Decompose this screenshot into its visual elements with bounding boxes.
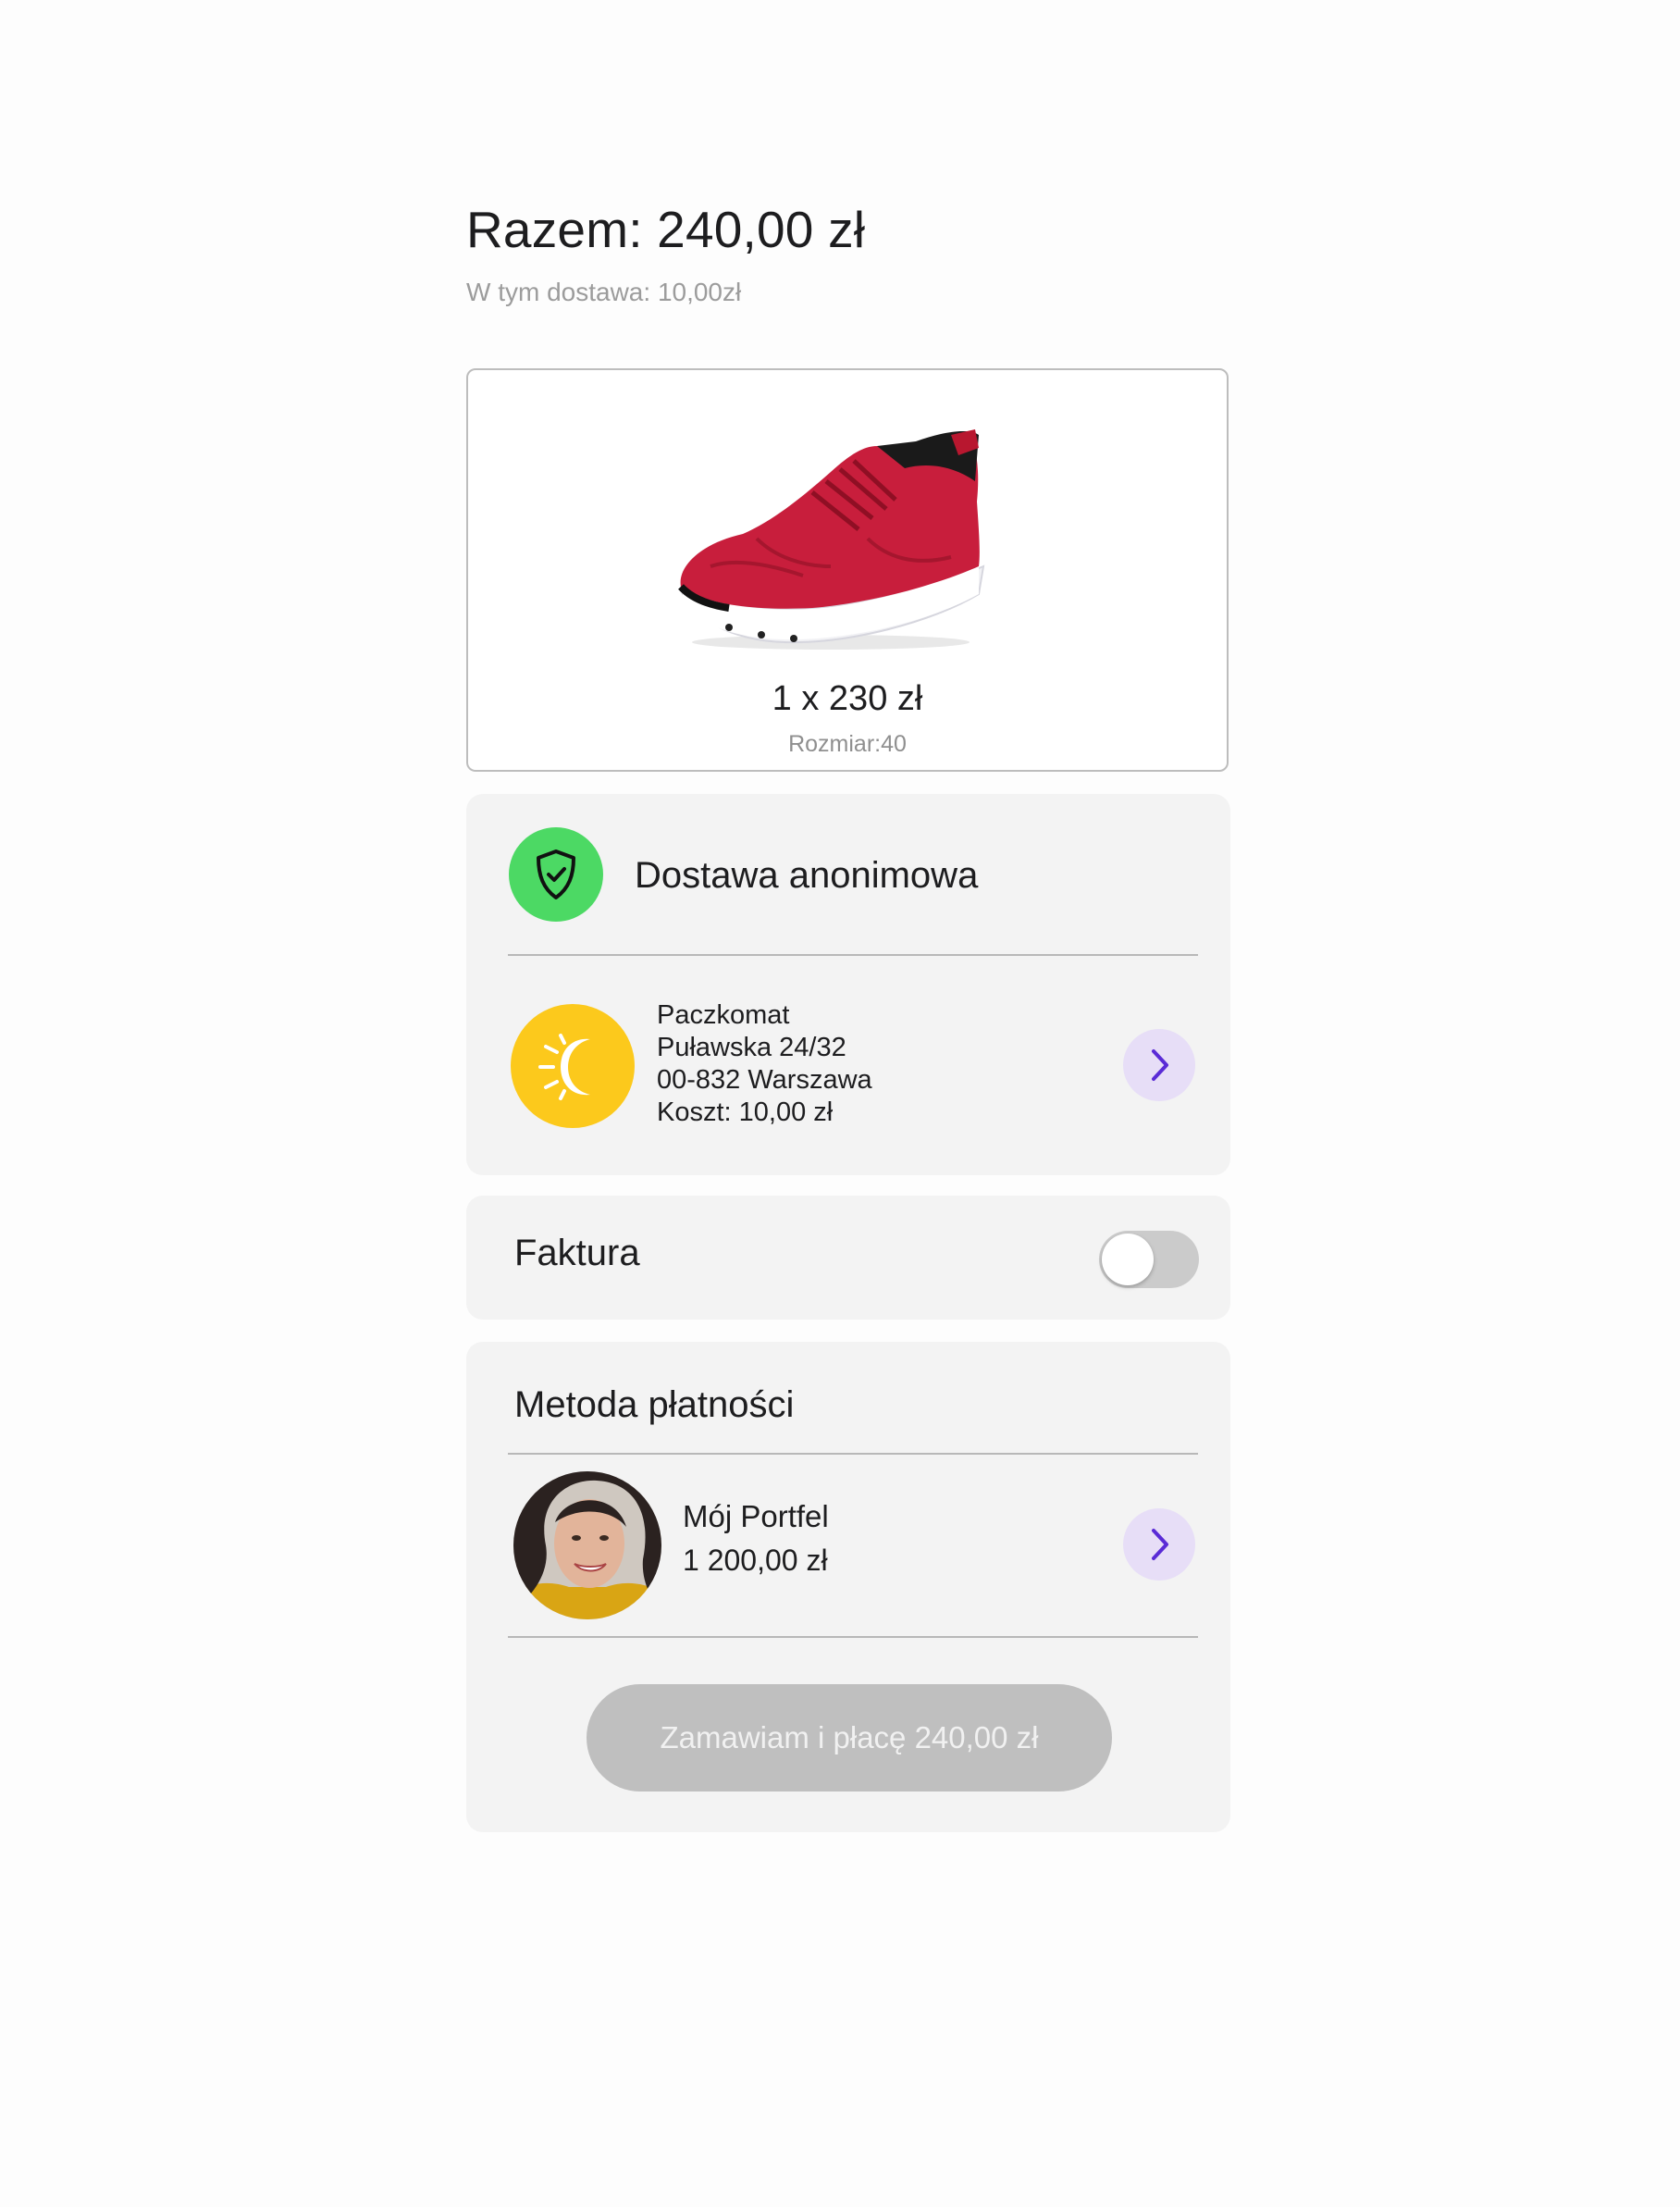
order-and-pay-button[interactable]: Zamawiam i płacę 240,00 zł <box>587 1684 1112 1792</box>
divider <box>508 954 1198 956</box>
parcel-locker-title: Paczkomat <box>657 1000 790 1030</box>
payment-method-title: Metoda płatności <box>514 1384 795 1425</box>
order-total: Razem: 240,00 zł <box>466 201 866 258</box>
chevron-right-icon <box>1152 1049 1168 1081</box>
parcel-locker-cost: Koszt: 10,00 zł <box>657 1097 834 1127</box>
anonymous-delivery-badge <box>509 827 603 922</box>
avatar <box>513 1471 661 1619</box>
delivery-cost-note: W tym dostawa: 10,00zł <box>466 278 742 306</box>
red-sneaker-image <box>678 429 985 650</box>
payment-panel: Metoda płatności Mój Portfel 1 200,00 zł… <box>466 1342 1230 1832</box>
parcel-locker-logo <box>511 1004 635 1128</box>
chevron-right-icon <box>1152 1529 1168 1560</box>
divider <box>508 1636 1198 1638</box>
parcel-locker-info: Paczkomat Puławska 24/32 00-832 Warszawa… <box>657 999 872 1129</box>
wallet-name: Mój Portfel <box>683 1499 829 1533</box>
toggle-knob <box>1102 1234 1154 1285</box>
invoice-toggle[interactable] <box>1099 1231 1199 1288</box>
anonymous-delivery-label: Dostawa anonimowa <box>635 855 979 896</box>
delivery-panel: Dostawa anonimowa Paczkomat Puławska 24/… <box>466 794 1230 1175</box>
shield-check-icon <box>537 849 575 899</box>
sun-icon <box>538 1034 590 1100</box>
change-payment-button[interactable] <box>1123 1508 1195 1581</box>
change-delivery-button[interactable] <box>1123 1029 1195 1101</box>
divider <box>508 1453 1198 1455</box>
product-quantity-price: 1 x 230 zł <box>772 679 923 718</box>
wallet-balance: 1 200,00 zł <box>683 1544 828 1577</box>
product-size: Rozmiar:40 <box>788 731 907 757</box>
product-card: 1 x 230 zł Rozmiar:40 <box>466 368 1229 772</box>
parcel-locker-city: 00-832 Warszawa <box>657 1065 872 1095</box>
parcel-locker-street: Puławska 24/32 <box>657 1033 846 1062</box>
invoice-panel: Faktura <box>466 1196 1230 1320</box>
invoice-label: Faktura <box>514 1233 640 1273</box>
